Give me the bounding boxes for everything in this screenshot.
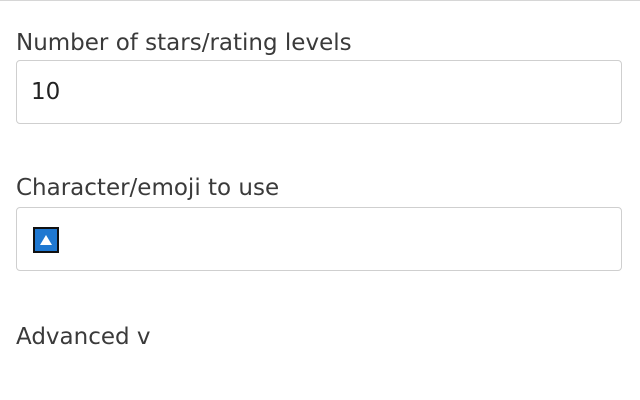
- blue-up-triangle-emoji-icon: [33, 227, 59, 253]
- character-label: Character/emoji to use: [16, 175, 280, 201]
- rating-levels-value: 10: [31, 79, 61, 105]
- rating-levels-input[interactable]: 10: [16, 60, 622, 124]
- character-input[interactable]: [16, 207, 622, 271]
- advanced-toggle[interactable]: Advanced v: [16, 322, 151, 352]
- top-divider: [0, 0, 640, 1]
- rating-levels-label: Number of stars/rating levels: [16, 30, 352, 56]
